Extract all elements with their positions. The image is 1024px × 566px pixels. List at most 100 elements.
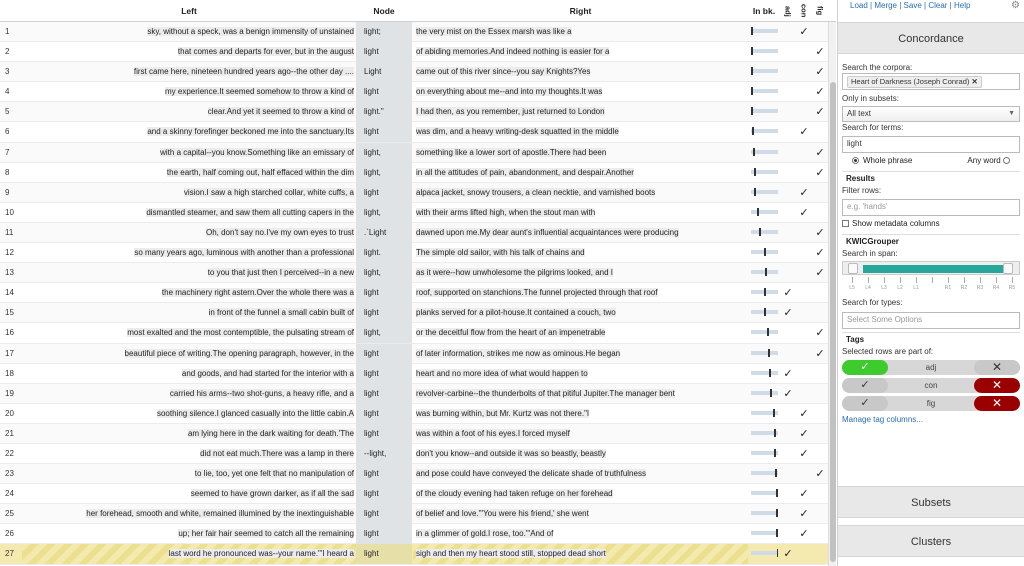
tag-adj-cell[interactable] <box>780 464 796 484</box>
tag-adj-cell[interactable]: ✓ <box>780 544 796 564</box>
tag-con-cell[interactable] <box>796 42 812 62</box>
header-left[interactable]: Left <box>22 0 356 22</box>
tag-fig-cell[interactable]: ✓ <box>812 323 828 343</box>
corpora-select[interactable]: Heart of Darkness (Joseph Conrad) ✕ <box>842 73 1020 90</box>
checkbox-icon[interactable] <box>842 220 849 228</box>
tag-con-cell[interactable] <box>796 62 812 82</box>
header-node[interactable]: Node <box>356 0 412 22</box>
span-slider-right-handle[interactable] <box>1003 263 1013 274</box>
table-row[interactable]: 21 am lying here in the dark waiting for … <box>0 423 828 444</box>
tag-fig-cell[interactable] <box>812 364 828 384</box>
table-row[interactable]: 5 clear.And yet it seemed to throw a kind… <box>0 102 828 123</box>
tag-adj-cell[interactable]: ✓ <box>780 283 796 303</box>
table-row[interactable]: 3 first came here, nineteen hundred years… <box>0 62 828 83</box>
table-row[interactable]: 19 carried his arms--two shot-guns, a hea… <box>0 383 828 404</box>
table-row[interactable]: 8 the earth, half coming out, half efface… <box>0 162 828 183</box>
tag-fig-cell[interactable]: ✓ <box>812 143 828 163</box>
tag-con-cell[interactable]: ✓ <box>796 203 812 223</box>
tag-con-cell[interactable]: ✓ <box>796 22 812 42</box>
tag-con-cell[interactable] <box>796 323 812 343</box>
tag-con-cell[interactable] <box>796 283 812 303</box>
table-row[interactable]: 15 in front of the funnel a small cabin b… <box>0 303 828 324</box>
tag-fig-cell[interactable] <box>812 504 828 524</box>
table-row[interactable]: 23 to lie, too, yet one felt that no mani… <box>0 464 828 485</box>
tag-con-cell[interactable] <box>796 344 812 364</box>
tag-con-cell[interactable]: ✓ <box>796 444 812 464</box>
tag-fig-cell[interactable]: ✓ <box>812 223 828 243</box>
subsets-section-header[interactable]: Subsets <box>838 486 1024 518</box>
tag-fig-cell[interactable] <box>812 203 828 223</box>
any-word-option[interactable]: Any word <box>967 153 1014 168</box>
tag-apply-button[interactable]: ✓ <box>842 360 888 375</box>
table-row[interactable]: 1 sky, without a speck, was a benign imme… <box>0 22 828 43</box>
radio-icon[interactable] <box>852 157 859 165</box>
table-row[interactable]: 20 soothing silence.I glanced casually in… <box>0 403 828 424</box>
table-row[interactable]: 17 beautiful piece of writing.The opening… <box>0 343 828 364</box>
tag-fig-cell[interactable] <box>812 484 828 504</box>
tag-con-cell[interactable] <box>796 102 812 122</box>
tag-con-cell[interactable] <box>796 82 812 102</box>
tag-adj-cell[interactable]: ✓ <box>780 364 796 384</box>
tag-adj-cell[interactable] <box>780 504 796 524</box>
tag-fig-cell[interactable] <box>812 424 828 444</box>
tag-con-cell[interactable] <box>796 364 812 384</box>
tag-fig-cell[interactable] <box>812 303 828 323</box>
header-in-book[interactable]: In bk. <box>748 0 780 22</box>
table-row[interactable]: 4 my experience.It seemed somehow to thro… <box>0 82 828 103</box>
tag-adj-cell[interactable]: ✓ <box>780 384 796 404</box>
span-slider[interactable] <box>842 261 1020 275</box>
tag-fig-cell[interactable]: ✓ <box>812 42 828 62</box>
tag-adj-cell[interactable] <box>780 323 796 343</box>
tag-con-cell[interactable] <box>796 464 812 484</box>
subsets-select[interactable]: All text ▼ <box>842 106 1020 122</box>
tag-fig-cell[interactable]: ✓ <box>812 243 828 263</box>
tag-fig-cell[interactable] <box>812 444 828 464</box>
tag-adj-cell[interactable]: ✓ <box>780 303 796 323</box>
table-row[interactable]: 25 her forehead, smooth and white, remain… <box>0 504 828 525</box>
tag-con-cell[interactable]: ✓ <box>796 484 812 504</box>
tag-fig-cell[interactable]: ✓ <box>812 163 828 183</box>
help-link[interactable]: Help <box>954 1 970 10</box>
tag-fig-cell[interactable] <box>812 22 828 42</box>
tag-adj-cell[interactable] <box>780 22 796 42</box>
tag-adj-cell[interactable] <box>780 163 796 183</box>
table-row[interactable]: 13 to you that just then I perceived--in … <box>0 263 828 284</box>
tag-fig-cell[interactable] <box>812 524 828 544</box>
tag-con-cell[interactable] <box>796 243 812 263</box>
table-row[interactable]: 24 seemed to have grown darker, as if all… <box>0 484 828 505</box>
tag-fig-cell[interactable]: ✓ <box>812 344 828 364</box>
tag-adj-cell[interactable] <box>780 122 796 142</box>
header-right[interactable]: Right <box>413 0 748 22</box>
tag-fig-cell[interactable]: ✓ <box>812 82 828 102</box>
tag-fig-cell[interactable] <box>812 122 828 142</box>
tag-fig-cell[interactable]: ✓ <box>812 62 828 82</box>
tag-remove-button[interactable]: ✕ <box>974 378 1020 393</box>
table-row[interactable]: 2 that comes and departs for ever, but in… <box>0 42 828 63</box>
header-adj[interactable]: adj <box>780 0 796 22</box>
concordance-section-header[interactable]: Concordance <box>838 22 1024 54</box>
save-link[interactable]: Save <box>904 1 922 10</box>
tag-con-cell[interactable] <box>796 263 812 283</box>
tag-con-cell[interactable]: ✓ <box>796 183 812 203</box>
table-row[interactable]: 27 last word he pronounced was--your name… <box>0 544 828 565</box>
tag-adj-cell[interactable] <box>780 42 796 62</box>
tag-con-cell[interactable]: ✓ <box>796 504 812 524</box>
table-row[interactable]: 16 most exalted and the most contemptible… <box>0 323 828 344</box>
tag-con-cell[interactable]: ✓ <box>796 404 812 424</box>
tag-con-cell[interactable]: ✓ <box>796 122 812 142</box>
tag-apply-button[interactable]: ✓ <box>842 396 888 411</box>
table-row[interactable]: 18 and goods, and had started for the int… <box>0 363 828 384</box>
manage-tags-link[interactable]: Manage tag columns... <box>842 414 1020 426</box>
show-metadata-row[interactable]: Show metadata columns <box>842 216 1020 231</box>
load-link[interactable]: Load <box>850 1 868 10</box>
tag-adj-cell[interactable] <box>780 444 796 464</box>
tag-fig-cell[interactable]: ✓ <box>812 102 828 122</box>
tag-adj-cell[interactable] <box>780 524 796 544</box>
header-fig[interactable]: fig <box>812 0 828 22</box>
tag-adj-cell[interactable] <box>780 223 796 243</box>
tag-fig-cell[interactable] <box>812 183 828 203</box>
table-row[interactable]: 22 did not eat much.There was a lamp in t… <box>0 443 828 465</box>
whole-phrase-option[interactable]: Whole phrase <box>852 153 912 168</box>
tag-con-cell[interactable] <box>796 303 812 323</box>
remove-icon[interactable]: ✕ <box>971 77 977 86</box>
